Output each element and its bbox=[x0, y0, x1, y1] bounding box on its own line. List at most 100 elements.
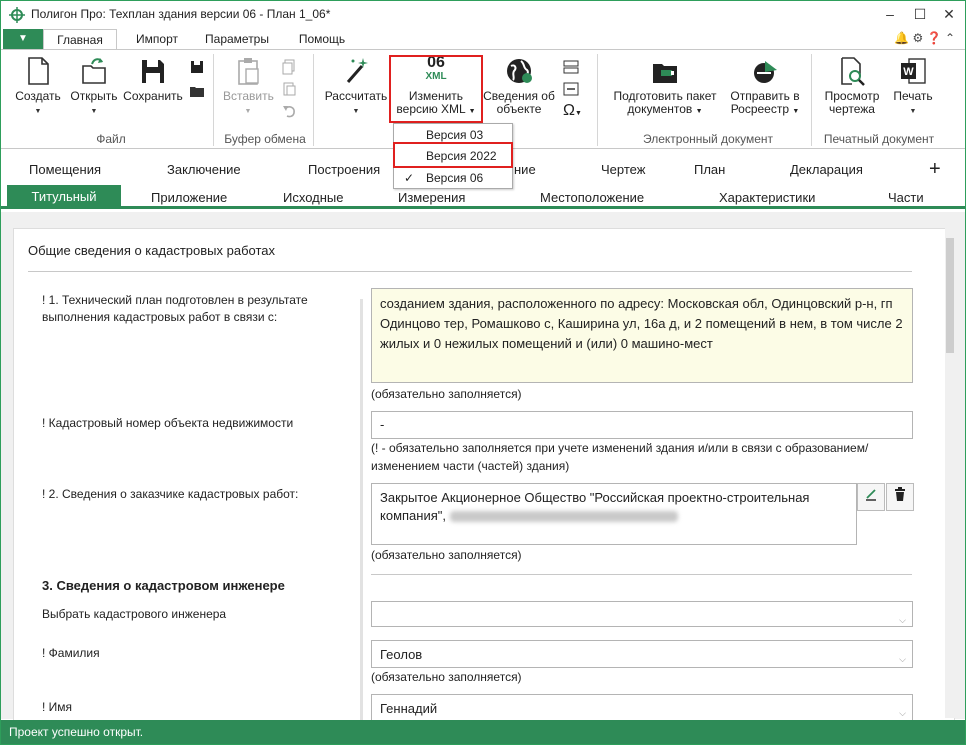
required-note: (обязательно заполняется) bbox=[371, 670, 522, 684]
group-file-label: Файл bbox=[96, 132, 126, 146]
tab-declaration[interactable]: Декларация bbox=[790, 162, 863, 177]
tab-parts[interactable]: Части bbox=[888, 190, 924, 205]
print-button[interactable]: W Печать ▼ bbox=[887, 56, 939, 118]
save-label: Сохранить bbox=[123, 89, 183, 103]
title-bar: Полигон Про: Техплан здания версии 06 - … bbox=[1, 1, 965, 29]
prepare-line1: Подготовить пакет bbox=[613, 89, 717, 103]
save-all-icon[interactable] bbox=[189, 59, 205, 75]
close-button[interactable]: ✕ bbox=[939, 5, 959, 23]
cadastral-note: (! - обязательно заполняется при учете и… bbox=[371, 439, 931, 475]
tab-situation[interactable]: ние bbox=[514, 162, 536, 177]
tab-title-page[interactable]: Титульный bbox=[7, 185, 121, 209]
calculate-button[interactable]: Рассчитать ▼ bbox=[323, 56, 389, 118]
customer-label: ! 2. Сведения о заказчике кадастровых ра… bbox=[42, 487, 299, 501]
customer-line2: компания", bbox=[380, 508, 446, 523]
group-print-label: Печатный документ bbox=[823, 132, 935, 146]
purpose-label-line1: ! 1. Технический план подготовлен в резу… bbox=[42, 293, 308, 307]
redacted-details bbox=[449, 511, 678, 523]
choose-engineer-label: Выбрать кадастрового инженера bbox=[42, 607, 227, 621]
preview-line2: чертежа bbox=[829, 102, 875, 116]
create-button[interactable]: Создать ▼ bbox=[13, 56, 63, 118]
tab-import[interactable]: Импорт bbox=[125, 29, 189, 49]
object-info-button[interactable]: Сведения об объекте bbox=[481, 56, 557, 116]
section-title: Общие сведения о кадастровых работах bbox=[28, 243, 275, 258]
tab-help[interactable]: Помощь bbox=[289, 29, 355, 49]
tab-characteristics[interactable]: Характеристики bbox=[719, 190, 815, 205]
omega-symbol-icon[interactable]: Ω▼ bbox=[563, 102, 582, 120]
app-window: Полигон Про: Техплан здания версии 06 - … bbox=[0, 0, 966, 745]
chevron-down-icon: ▼ bbox=[34, 108, 42, 115]
import-icon[interactable] bbox=[563, 81, 579, 97]
undo-icon[interactable] bbox=[281, 103, 297, 119]
cadastral-number-field[interactable]: - bbox=[371, 411, 913, 439]
engineer-section-title: 3. Сведения о кадастровом инженере bbox=[42, 578, 285, 593]
tab-params[interactable]: Параметры bbox=[197, 29, 277, 49]
svg-text:W: W bbox=[903, 66, 914, 78]
purpose-label-line2: выполнения кадастровых работ в связи с: bbox=[42, 310, 278, 324]
purpose-label: ! 1. Технический план подготовлен в резу… bbox=[42, 292, 352, 326]
tab-conclusion[interactable]: Заключение bbox=[167, 162, 241, 177]
scrollbar-thumb[interactable] bbox=[946, 238, 954, 353]
tab-drawing[interactable]: Чертеж bbox=[601, 162, 645, 177]
divider bbox=[597, 54, 598, 146]
chevron-down-icon: ▼ bbox=[244, 108, 252, 115]
ribbon-right-icons: 🔔 ⚙ ❓ ⌃ bbox=[894, 31, 955, 45]
tab-main[interactable]: Главная bbox=[43, 29, 117, 50]
delete-customer-button[interactable] bbox=[886, 483, 914, 511]
open-label: Открыть bbox=[70, 89, 118, 103]
send-to-rosreestr-button[interactable]: Отправить в Росреестр ▼ bbox=[725, 56, 805, 118]
ribbon-tabs: ▼ Главная Импорт Параметры Помощь 🔔 ⚙ ❓ … bbox=[1, 29, 965, 50]
engineer-select[interactable]: ⌵ bbox=[371, 601, 913, 627]
tab-buildings[interactable]: Построения bbox=[308, 162, 380, 177]
status-text: Проект успешно открыт. bbox=[9, 725, 144, 739]
add-tab-button[interactable]: + bbox=[929, 158, 941, 181]
prepare-line2: документов bbox=[627, 102, 693, 116]
minimize-button[interactable]: – bbox=[880, 5, 900, 23]
tab-location[interactable]: Местоположение bbox=[540, 190, 644, 205]
tab-measurements[interactable]: Измерения bbox=[398, 190, 465, 205]
tab-rooms[interactable]: Помещения bbox=[29, 162, 101, 177]
group-edoc-label: Электронный документ bbox=[642, 132, 774, 146]
tab-appendix[interactable]: Приложение bbox=[151, 190, 227, 205]
help-icon[interactable]: ❓ bbox=[927, 31, 942, 45]
purpose-textarea[interactable]: созданием здания, расположенного по адре… bbox=[371, 288, 913, 383]
settings-gear-icon[interactable]: ⚙ bbox=[913, 31, 924, 45]
tab-plan[interactable]: План bbox=[694, 162, 725, 177]
folder-icon[interactable] bbox=[189, 83, 205, 99]
open-folder-icon bbox=[82, 58, 106, 84]
cut-icon[interactable] bbox=[281, 81, 297, 97]
object-info-line1: Сведения об bbox=[483, 89, 555, 103]
surname-label: ! Фамилия bbox=[42, 646, 100, 660]
magnifier-document-icon bbox=[841, 57, 865, 86]
usb-folder-icon bbox=[653, 64, 677, 83]
divider bbox=[213, 54, 214, 146]
customer-field[interactable]: Закрытое Акционерное Общество "Российска… bbox=[371, 483, 857, 545]
copy-icon[interactable] bbox=[281, 59, 297, 75]
chevron-down-icon: ▼ bbox=[90, 108, 98, 115]
create-label: Создать bbox=[15, 89, 61, 103]
section-tabs-row1: Помещения Заключение Построения ние Черт… bbox=[1, 158, 965, 182]
file-menu-button[interactable]: ▼ bbox=[3, 29, 43, 49]
chevron-down-icon: ▼ bbox=[695, 108, 703, 115]
save-button[interactable]: Сохранить bbox=[123, 56, 183, 103]
prepare-package-button[interactable]: Подготовить пакет документов ▼ bbox=[607, 56, 723, 118]
content-area: Общие сведения о кадастровых работах ! 1… bbox=[1, 212, 965, 729]
preview-drawing-button[interactable]: Просмотр чертежа bbox=[819, 56, 885, 116]
window-title: Полигон Про: Техплан здания версии 06 - … bbox=[31, 7, 331, 21]
name-combo[interactable]: Геннадий ⌵ bbox=[371, 694, 913, 722]
required-note: (обязательно заполняется) bbox=[371, 387, 522, 401]
table-icon[interactable] bbox=[563, 59, 579, 75]
paste-button[interactable]: Вставить ▼ bbox=[223, 56, 274, 118]
notification-bell-icon[interactable]: 🔔 bbox=[894, 31, 909, 45]
divider bbox=[313, 54, 314, 146]
cadastral-note-line2: изменением части (частей) здания) bbox=[371, 459, 570, 473]
tab-source[interactable]: Исходные bbox=[283, 190, 343, 205]
maximize-button[interactable]: ☐ bbox=[910, 5, 930, 23]
collapse-ribbon-icon[interactable]: ⌃ bbox=[945, 31, 955, 45]
vertical-scrollbar[interactable] bbox=[945, 228, 955, 718]
form-divider-bar bbox=[360, 299, 363, 729]
chevron-down-icon: ⌵ bbox=[899, 615, 906, 625]
edit-customer-button[interactable] bbox=[857, 483, 885, 511]
surname-combo[interactable]: Геолов ⌵ bbox=[371, 640, 913, 668]
open-button[interactable]: Открыть ▼ bbox=[67, 56, 121, 118]
